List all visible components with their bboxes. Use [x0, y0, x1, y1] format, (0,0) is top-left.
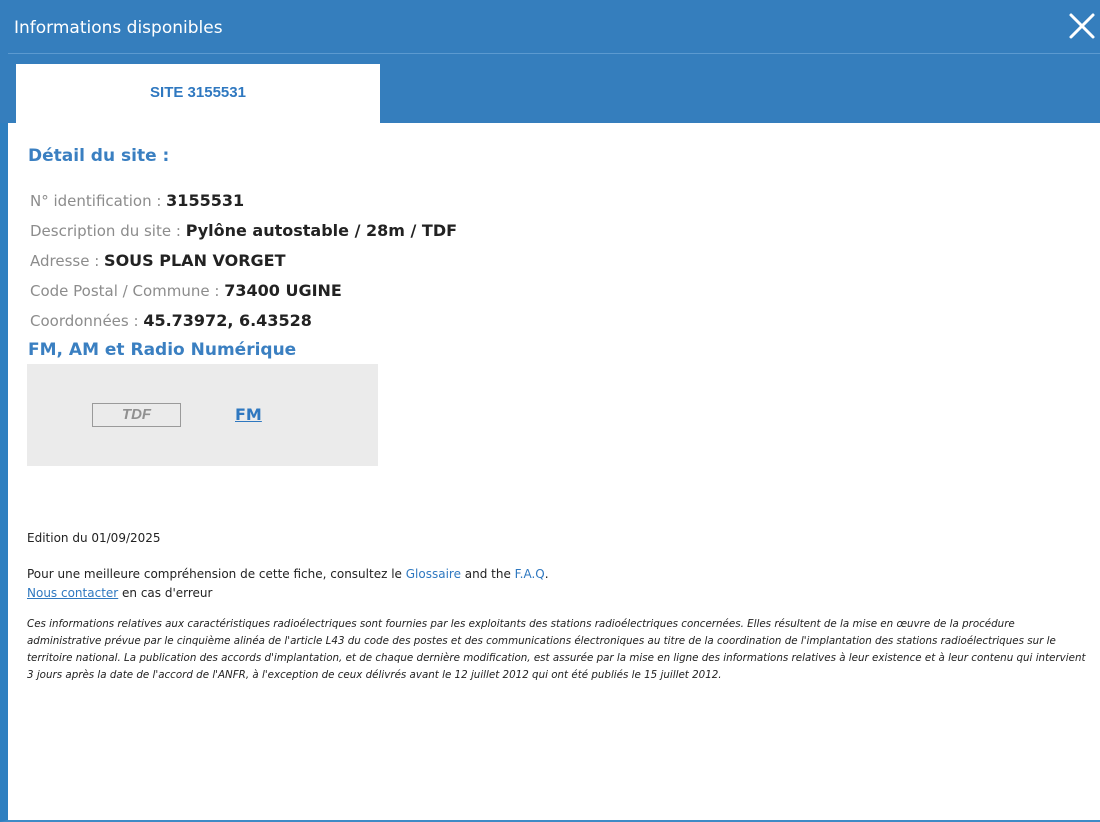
contact-text: Nous contacter en cas d'erreur	[27, 584, 212, 602]
detail-section-title: Détail du site :	[28, 146, 170, 166]
help-prefix: Pour une meilleure compréhension de cett…	[27, 567, 406, 581]
detail-label: Description du site :	[30, 222, 186, 240]
detail-value: 73400 UGINE	[224, 281, 342, 300]
detail-row-coordinates: Coordonnées : 45.73972, 6.43528	[30, 311, 312, 331]
contact-suffix: en cas d'erreur	[118, 586, 213, 600]
radio-services-box: TDF FM	[27, 364, 378, 466]
detail-value: Pylône autostable / 28m / TDF	[185, 221, 458, 240]
tab-site-label: SITE 3155531	[150, 84, 246, 101]
detail-value: 3155531	[166, 191, 245, 210]
faq-link[interactable]: F.A.Q	[515, 567, 545, 581]
detail-value: SOUS PLAN VORGET	[104, 251, 286, 270]
help-middle: and the	[460, 567, 515, 581]
info-modal: Informations disponibles SITE 3155531 Dé…	[0, 0, 1100, 822]
header-divider	[8, 53, 1100, 54]
detail-label: Code Postal / Commune :	[30, 282, 225, 300]
detail-row-postal-code: Code Postal / Commune : 73400 UGINE	[30, 281, 342, 301]
glossary-link[interactable]: Glossaire	[406, 567, 461, 581]
help-suffix: .	[544, 567, 549, 581]
detail-value: 45.73972, 6.43528	[143, 311, 312, 330]
detail-row-identification: N° identification : 3155531	[30, 191, 244, 211]
detail-row-address: Adresse : SOUS PLAN VORGET	[30, 251, 286, 271]
contact-link[interactable]: Nous contacter	[27, 586, 118, 600]
detail-label: N° identification :	[30, 192, 167, 210]
detail-label: Coordonnées :	[30, 312, 144, 330]
tab-site[interactable]: SITE 3155531	[16, 64, 380, 123]
close-button[interactable]	[1068, 12, 1096, 40]
fm-link[interactable]: FM	[235, 405, 262, 424]
modal-title: Informations disponibles	[14, 18, 223, 38]
radio-section-title: FM, AM et Radio Numérique	[28, 340, 297, 360]
detail-label: Adresse :	[30, 252, 105, 270]
edition-date: Edition du 01/09/2025	[27, 531, 161, 545]
detail-row-description: Description du site : Pylône autostable …	[30, 221, 457, 241]
help-text: Pour une meilleure compréhension de cett…	[27, 565, 549, 583]
legal-disclaimer: Ces informations relatives aux caractéri…	[27, 618, 1086, 681]
close-icon	[1069, 13, 1095, 39]
operator-badge: TDF	[92, 403, 181, 427]
